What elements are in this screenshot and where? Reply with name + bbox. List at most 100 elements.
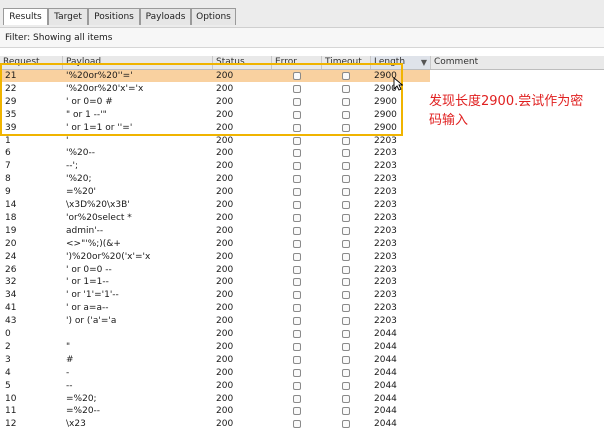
error-checkbox[interactable] bbox=[293, 188, 301, 197]
table-row[interactable]: 3 #200 2044 bbox=[0, 354, 430, 366]
error-checkbox[interactable] bbox=[293, 304, 301, 313]
error-checkbox[interactable] bbox=[293, 355, 301, 364]
length-cell: 2044 bbox=[374, 367, 397, 378]
timeout-checkbox[interactable] bbox=[342, 407, 350, 416]
table-row[interactable]: 22 '%20or%20'x'='x 200 2900 bbox=[0, 83, 430, 95]
timeout-checkbox[interactable] bbox=[342, 355, 350, 364]
error-checkbox[interactable] bbox=[293, 368, 301, 377]
error-checkbox[interactable] bbox=[293, 278, 301, 287]
error-checkbox[interactable] bbox=[293, 226, 301, 235]
timeout-checkbox[interactable] bbox=[342, 330, 350, 338]
status-cell: 200 bbox=[216, 122, 234, 133]
filter-bar[interactable]: Filter: Showing all items bbox=[0, 28, 604, 48]
payload-cell: =%20' bbox=[66, 187, 97, 198]
timeout-checkbox[interactable] bbox=[342, 394, 350, 403]
table-row[interactable]: 41 ' or a=a-- 200 2203 bbox=[0, 302, 430, 314]
timeout-checkbox[interactable] bbox=[342, 188, 350, 197]
tab-results[interactable]: Results bbox=[3, 8, 48, 25]
timeout-checkbox[interactable] bbox=[342, 123, 350, 132]
timeout-checkbox[interactable] bbox=[342, 110, 350, 119]
error-checkbox[interactable] bbox=[293, 394, 301, 403]
timeout-checkbox[interactable] bbox=[342, 239, 350, 248]
timeout-checkbox[interactable] bbox=[342, 97, 350, 106]
column-header-status[interactable]: Status bbox=[213, 56, 272, 69]
table-row[interactable]: 26 ' or 0=0 -- 200 2203 bbox=[0, 264, 430, 276]
error-checkbox[interactable] bbox=[293, 175, 301, 184]
timeout-checkbox[interactable] bbox=[342, 201, 350, 209]
column-header-error[interactable]: Error bbox=[272, 56, 322, 69]
table-row[interactable]: 29 ' or 0=0 # 200 2900 bbox=[0, 96, 430, 108]
table-row[interactable]: 20 <>"'%;)(&+ 200 2203 bbox=[0, 238, 430, 250]
error-checkbox[interactable] bbox=[293, 342, 301, 351]
timeout-checkbox[interactable] bbox=[342, 304, 350, 313]
timeout-checkbox[interactable] bbox=[342, 213, 350, 222]
table-row[interactable]: 0 200 2044 bbox=[0, 328, 430, 340]
table-row[interactable]: 11 =%20-- 200 2044 bbox=[0, 405, 430, 417]
error-checkbox[interactable] bbox=[293, 291, 301, 300]
table-row[interactable]: 9 =%20' 200 2203 bbox=[0, 186, 430, 198]
timeout-checkbox[interactable] bbox=[342, 175, 350, 184]
timeout-checkbox[interactable] bbox=[342, 278, 350, 287]
timeout-checkbox[interactable] bbox=[342, 265, 350, 274]
table-row[interactable]: 4 - 200 2044 bbox=[0, 367, 430, 379]
table-row[interactable]: 8 '%20; 200 2203 bbox=[0, 173, 430, 185]
error-checkbox[interactable] bbox=[293, 201, 301, 209]
error-checkbox[interactable] bbox=[293, 84, 301, 93]
column-header-payload[interactable]: Payload bbox=[63, 56, 213, 69]
tab-positions[interactable]: Positions bbox=[88, 8, 140, 25]
error-checkbox[interactable] bbox=[293, 110, 301, 119]
table-row[interactable]: 18 'or%20select * 200 2203 bbox=[0, 212, 430, 224]
timeout-checkbox[interactable] bbox=[342, 162, 350, 171]
error-checkbox[interactable] bbox=[293, 330, 301, 338]
timeout-checkbox[interactable] bbox=[342, 252, 350, 261]
table-row[interactable]: 6 '%20-- 200 2203 bbox=[0, 147, 430, 159]
tab-target[interactable]: Target bbox=[48, 8, 88, 25]
table-row[interactable]: 14 \x3D%20\x3B' 200 2203 bbox=[0, 199, 430, 211]
error-checkbox[interactable] bbox=[293, 252, 301, 261]
column-header-comment[interactable]: Comment bbox=[431, 56, 604, 69]
error-checkbox[interactable] bbox=[293, 123, 301, 132]
error-checkbox[interactable] bbox=[293, 162, 301, 171]
timeout-checkbox[interactable] bbox=[342, 291, 350, 300]
timeout-checkbox[interactable] bbox=[342, 420, 350, 429]
timeout-checkbox[interactable] bbox=[342, 72, 350, 80]
error-checkbox[interactable] bbox=[293, 213, 301, 222]
timeout-checkbox[interactable] bbox=[342, 84, 350, 93]
error-checkbox[interactable] bbox=[293, 136, 301, 145]
table-row[interactable]: 2 " 200 2044 bbox=[0, 341, 430, 353]
timeout-checkbox[interactable] bbox=[342, 342, 350, 351]
table-row[interactable]: 19 admin'-- 200 2203 bbox=[0, 225, 430, 237]
timeout-checkbox[interactable] bbox=[342, 381, 350, 390]
table-row[interactable]: 1 ' 200 2203 bbox=[0, 135, 430, 147]
table-row[interactable]: 35 " or 1 --'" 200 2900 bbox=[0, 109, 430, 121]
table-row[interactable]: 7 --'; 200 2203 bbox=[0, 160, 430, 172]
error-checkbox[interactable] bbox=[293, 97, 301, 106]
timeout-checkbox[interactable] bbox=[342, 136, 350, 145]
timeout-checkbox[interactable] bbox=[342, 317, 350, 326]
column-header-request[interactable]: Request bbox=[0, 56, 63, 69]
table-row[interactable]: 5 -- 200 2044 bbox=[0, 380, 430, 392]
tab-options[interactable]: Options bbox=[191, 8, 236, 25]
error-checkbox[interactable] bbox=[293, 149, 301, 158]
timeout-checkbox[interactable] bbox=[342, 368, 350, 377]
timeout-checkbox[interactable] bbox=[342, 226, 350, 235]
tab-payloads[interactable]: Payloads bbox=[140, 8, 191, 25]
error-checkbox[interactable] bbox=[293, 407, 301, 416]
error-checkbox[interactable] bbox=[293, 420, 301, 429]
table-row[interactable]: 21 '%20or%20''=' 200 2900 bbox=[0, 70, 430, 82]
table-row[interactable]: 10 =%20; 200 2044 bbox=[0, 393, 430, 405]
error-checkbox[interactable] bbox=[293, 239, 301, 248]
error-checkbox[interactable] bbox=[293, 381, 301, 390]
table-row[interactable]: 39 ' or 1=1 or ''=' 200 2900 bbox=[0, 122, 430, 134]
column-header-length[interactable]: Length ▼ bbox=[371, 56, 431, 69]
timeout-checkbox[interactable] bbox=[342, 149, 350, 158]
table-row[interactable]: 24 ')%20or%20('x'='x 200 2203 bbox=[0, 251, 430, 263]
table-row[interactable]: 12 \x23 200 2044 bbox=[0, 418, 430, 429]
table-row[interactable]: 32 ' or 1=1-- 200 2203 bbox=[0, 276, 430, 288]
error-checkbox[interactable] bbox=[293, 72, 301, 80]
column-header-timeout[interactable]: Timeout bbox=[322, 56, 371, 69]
table-row[interactable]: 34 ' or '1'='1'-- 200 2203 bbox=[0, 289, 430, 301]
table-row[interactable]: 43 ') or ('a'='a 200 2203 bbox=[0, 315, 430, 327]
error-checkbox[interactable] bbox=[293, 317, 301, 326]
error-checkbox[interactable] bbox=[293, 265, 301, 274]
